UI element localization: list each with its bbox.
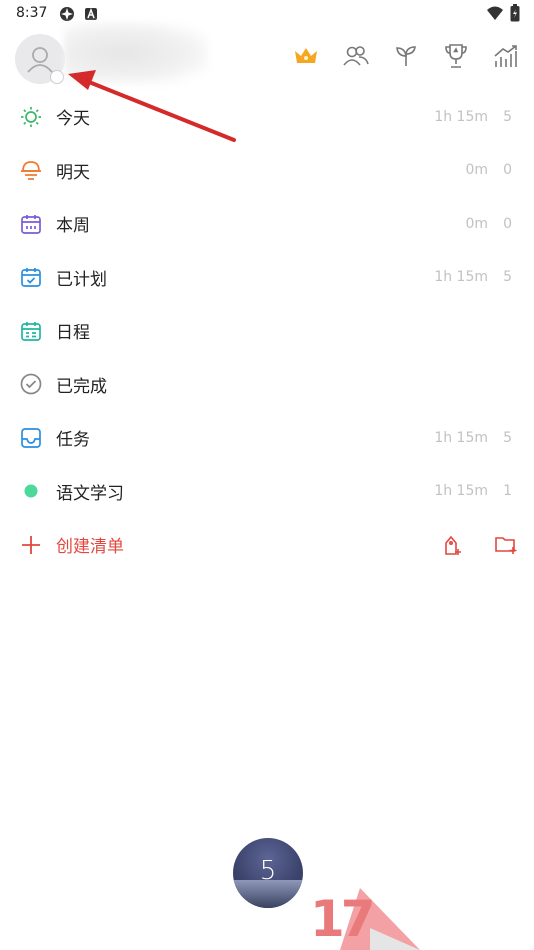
- sprout-icon[interactable]: [392, 42, 420, 70]
- list-item-label: 日程: [56, 323, 90, 344]
- list-item-time: 1h 15m: [434, 269, 488, 286]
- watermark-badge: 17: [310, 890, 376, 948]
- list-item-label: 已计划: [56, 269, 107, 290]
- create-list-button[interactable]: 创建清单: [56, 532, 124, 557]
- list-item-label: 本周: [56, 216, 90, 237]
- create-actions: [442, 534, 518, 556]
- list-item-label: 今天: [56, 109, 90, 130]
- list-item-count: 0: [503, 162, 512, 179]
- status-time: 8:37: [16, 5, 48, 21]
- check-circle-icon: [20, 373, 42, 395]
- app-notification-icon: [60, 7, 74, 21]
- username-blurred: [64, 22, 208, 84]
- list-item-time: 0m: [465, 162, 488, 179]
- crown-icon[interactable]: [292, 42, 320, 70]
- list-item-time: 1h 15m: [434, 108, 488, 125]
- list-item-label: 明天: [56, 162, 90, 183]
- header: [0, 22, 534, 92]
- status-notification-icons: [58, 5, 98, 23]
- list-item-time: 0m: [465, 215, 488, 232]
- trophy-icon[interactable]: [442, 42, 470, 70]
- calendar-week-icon: [20, 213, 42, 235]
- list-item-chinese-study[interactable]: 语文学习 1h 15m 1: [0, 465, 534, 519]
- list-item-tasks[interactable]: 任务 1h 15m 5: [0, 411, 534, 465]
- list-item-label: 语文学习: [56, 483, 124, 504]
- status-system-icons: [486, 4, 520, 22]
- wifi-icon: [487, 6, 503, 20]
- list-item-count: 1: [503, 483, 512, 500]
- list-item-count: 5: [503, 269, 512, 286]
- list-item-time: 1h 15m: [434, 483, 488, 500]
- friends-icon[interactable]: [342, 42, 370, 70]
- list-item-schedule[interactable]: 日程: [0, 304, 534, 358]
- calendar-grid-icon: [20, 320, 42, 342]
- add-folder-icon[interactable]: [494, 534, 518, 556]
- create-list-row: 创建清单: [0, 518, 534, 572]
- stats-icon[interactable]: [492, 42, 520, 70]
- timer-value: 5: [259, 856, 277, 886]
- list-item-completed[interactable]: 已完成: [0, 358, 534, 412]
- list-item-count: 5: [503, 429, 512, 446]
- list-item-time: 1h 15m: [434, 429, 488, 446]
- dot-icon: [20, 480, 42, 502]
- battery-icon: [510, 4, 520, 22]
- list-item-tomorrow[interactable]: 明天 0m 0: [0, 144, 534, 198]
- a-notification-icon: [85, 7, 97, 20]
- list-item-this-week[interactable]: 本周 0m 0: [0, 197, 534, 251]
- list-item-planned[interactable]: 已计划 1h 15m 5: [0, 251, 534, 305]
- sunset-icon: [20, 159, 42, 181]
- list-item-today[interactable]: 今天 1h 15m 5: [0, 90, 534, 144]
- list-menu: 今天 1h 15m 5 明天 0m 0 本周 0m 0 已计划 1h 15m 5…: [0, 90, 534, 572]
- add-tag-icon[interactable]: [442, 534, 464, 556]
- focus-timer-button[interactable]: 5: [233, 838, 303, 908]
- calendar-check-icon: [20, 266, 42, 288]
- list-item-label: 已完成: [56, 376, 107, 397]
- header-toolbar: [292, 42, 520, 70]
- list-item-count: 0: [503, 215, 512, 232]
- avatar-settings-badge[interactable]: [50, 70, 64, 84]
- list-item-label: 任务: [56, 430, 90, 451]
- avatar[interactable]: [15, 34, 65, 84]
- sun-icon: [20, 106, 42, 128]
- plus-icon[interactable]: [20, 534, 42, 556]
- list-item-count: 5: [503, 108, 512, 125]
- inbox-icon: [20, 427, 42, 449]
